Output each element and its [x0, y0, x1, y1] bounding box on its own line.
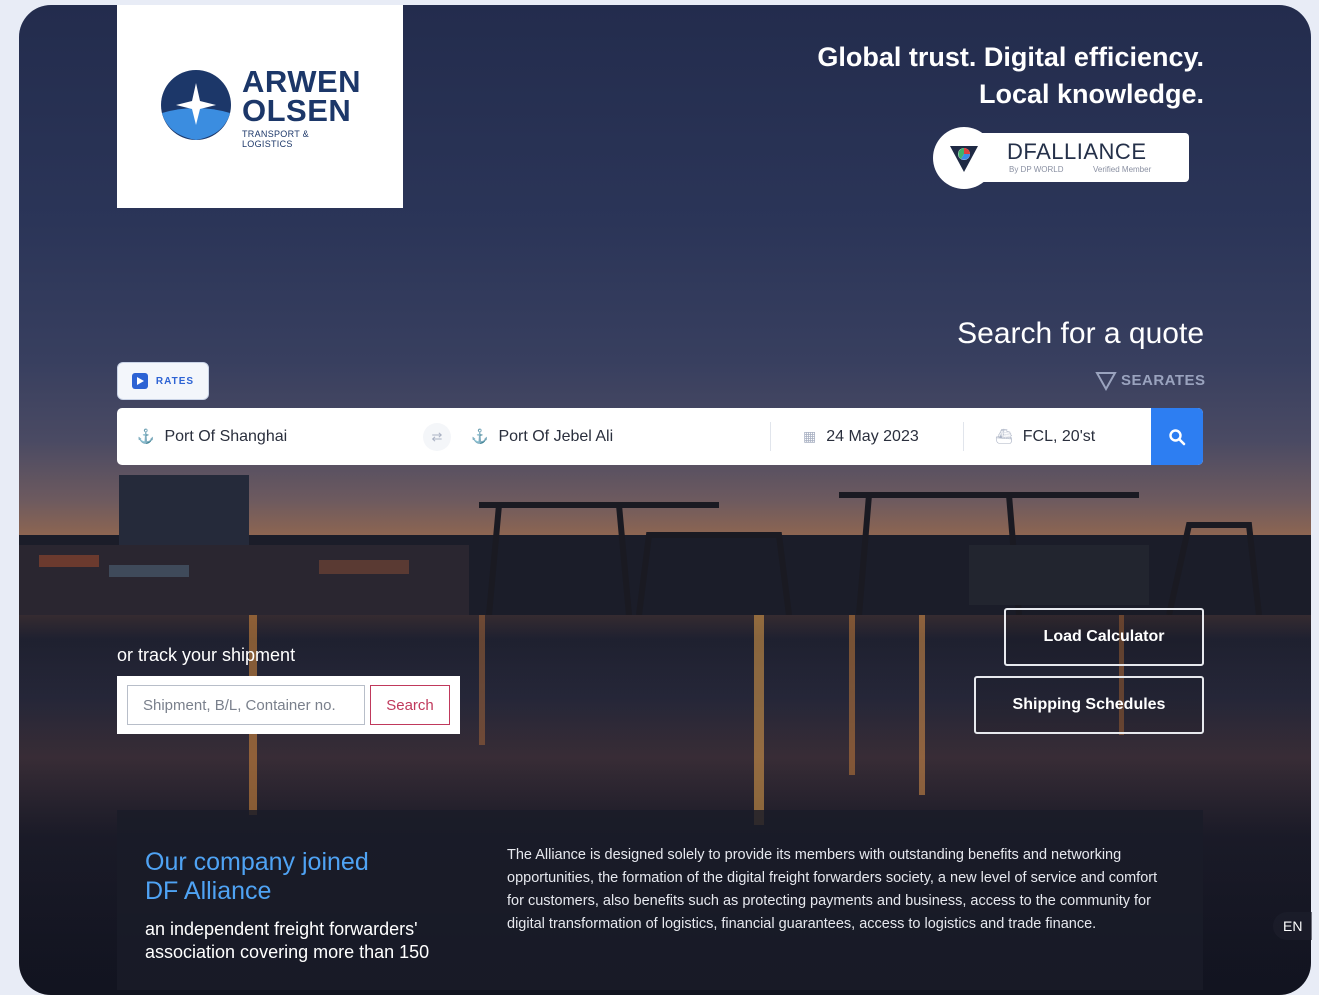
dfalliance-by: By DP WORLD	[1009, 165, 1064, 174]
shipping-schedules-button[interactable]: Shipping Schedules	[974, 676, 1204, 734]
quote-search-button[interactable]	[1151, 408, 1203, 465]
anchor-icon: ⚓	[471, 428, 489, 444]
compass-star-logo-icon	[161, 69, 231, 140]
searates-mark-icon	[1095, 372, 1117, 391]
origin-field[interactable]: ⚓ Port Of Shanghai	[137, 408, 287, 465]
tracking-number-input[interactable]	[127, 685, 365, 725]
destination-field[interactable]: ⚓ Port Of Jebel Ali	[471, 408, 613, 465]
dfalliance-badge[interactable]: DFALLIANCE By DP WORLD Verified Member	[933, 127, 1189, 189]
rates-play-icon	[131, 373, 148, 389]
search-icon	[1169, 428, 1186, 445]
date-field[interactable]: ▦ 24 May 2023	[803, 408, 919, 465]
track-shipment-form: Search	[117, 676, 460, 734]
anchor-icon: ⚓	[137, 428, 155, 444]
alliance-info-panel: Our company joined DF Alliance an indepe…	[117, 810, 1203, 990]
dfalliance-verified: Verified Member	[1093, 165, 1152, 174]
quote-heading: Search for a quote	[957, 317, 1204, 350]
swap-ports-icon[interactable]: ⇄	[423, 423, 451, 451]
track-label: or track your shipment	[117, 645, 296, 665]
calendar-icon: ▦	[803, 428, 817, 444]
load-calculator-button[interactable]: Load Calculator	[1004, 608, 1204, 666]
track-search-button[interactable]: Search	[370, 685, 450, 725]
hero-background: ARWEN OLSEN TRANSPORT & LOGISTICS Global…	[19, 5, 1311, 995]
ship-icon: ⛴	[995, 428, 1013, 444]
hero-tagline: Global trust. Digital efficiency. Local …	[817, 42, 1204, 109]
quote-search-bar: ⚓ Port Of Shanghai ⇄ ⚓ Port Of Jebel Ali…	[117, 408, 1203, 465]
container-type-field[interactable]: ⛴ FCL, 20'st	[995, 408, 1095, 465]
port-skyline-illustration	[19, 475, 1311, 615]
alliance-subtitle: an independent freight forwarders' assoc…	[145, 919, 430, 962]
language-selector[interactable]: EN	[1273, 912, 1313, 940]
dfalliance-shield-icon	[933, 127, 995, 189]
tab-rates[interactable]: RATES	[117, 362, 209, 400]
logo-wordmark: ARWEN OLSEN	[242, 63, 362, 128]
company-logo[interactable]: ARWEN OLSEN TRANSPORT & LOGISTICS	[117, 5, 403, 208]
alliance-description: The Alliance is designed solely to provi…	[507, 847, 1158, 932]
logo-subtitle: TRANSPORT & LOGISTICS	[242, 128, 309, 149]
searates-logo: SEARATES	[1095, 367, 1206, 393]
dfalliance-title: DFALLIANCE	[1007, 139, 1147, 164]
alliance-heading: Our company joined DF Alliance	[145, 848, 369, 905]
